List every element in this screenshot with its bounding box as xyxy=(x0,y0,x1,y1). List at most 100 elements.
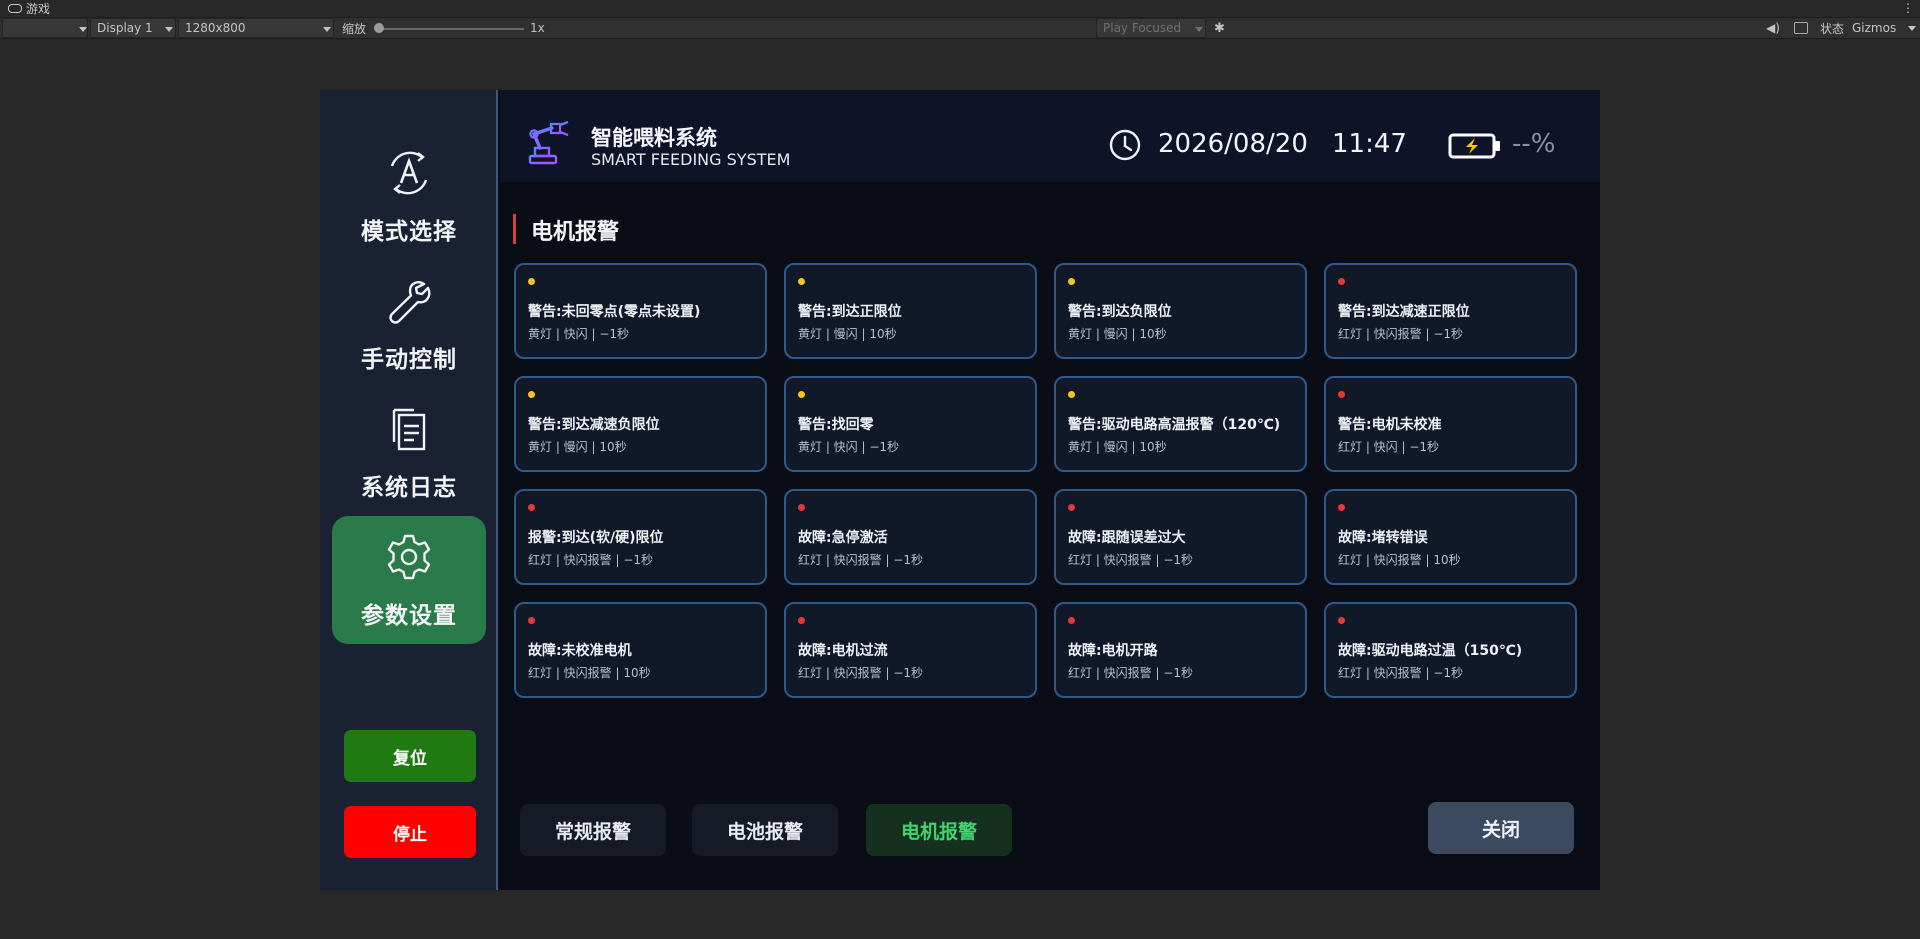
app-title: 智能喂料系统 xyxy=(591,126,717,150)
sidebar-item-label: 系统日志 xyxy=(361,475,457,501)
alarm-title: 警告:驱动电路高温报警（120℃) xyxy=(1068,417,1281,433)
alarm-card[interactable]: 警告:到达负限位 黄灯 | 慢闪 | 10秒 xyxy=(1054,263,1307,359)
alarm-meta: 红灯 | 快闪报警 | −1秒 xyxy=(798,553,924,567)
alarm-title: 警告:到达正限位 xyxy=(798,304,902,320)
alarm-card[interactable]: 警告:未回零点(零点未设置) 黄灯 | 快闪 | −1秒 xyxy=(514,263,767,359)
robot-arm-logo-icon xyxy=(528,120,569,165)
alarm-meta: 红灯 | 快闪 | −1秒 xyxy=(1338,440,1440,454)
alarm-title: 警告:找回零 xyxy=(798,417,874,433)
status-dot xyxy=(1068,391,1075,398)
alarm-card[interactable]: 警告:电机未校准 红灯 | 快闪 | −1秒 xyxy=(1324,376,1577,472)
alarm-title: 故障:跟随误差过大 xyxy=(1068,530,1186,546)
scale-value: 1x xyxy=(530,21,545,35)
gamepad-icon xyxy=(8,4,22,13)
status-dot xyxy=(1338,391,1345,398)
alarm-meta: 黄灯 | 慢闪 | 10秒 xyxy=(528,440,627,454)
stop-button[interactable]: 停止 xyxy=(344,806,476,858)
game-view-dropdown[interactable] xyxy=(2,18,88,38)
tab-general-alarms[interactable]: 常规报警 xyxy=(520,804,666,856)
status-dot xyxy=(528,617,535,624)
alarm-card[interactable]: 警告:到达正限位 黄灯 | 慢闪 | 10秒 xyxy=(784,263,1037,359)
sidebar-item-label: 手动控制 xyxy=(361,347,457,373)
alarm-meta: 黄灯 | 慢闪 | 10秒 xyxy=(798,327,897,341)
alarm-card[interactable]: 警告:到达减速正限位 红灯 | 快闪报警 | −1秒 xyxy=(1324,263,1577,359)
sidebar: 模式选择 手动控制 系统日志 参数设置 复位 停止 xyxy=(320,90,498,890)
scale-slider-track[interactable] xyxy=(378,28,524,30)
alarm-title: 故障:驱动电路过温（150℃) xyxy=(1338,643,1523,659)
status-dot xyxy=(798,391,805,398)
editor-tab-bar: 游戏 ⋮ xyxy=(0,0,1920,18)
status-dot xyxy=(1068,617,1075,624)
app-subtitle: SMART FEEDING SYSTEM xyxy=(591,150,791,169)
alarm-title: 警告:到达负限位 xyxy=(1068,304,1172,320)
chevron-down-icon[interactable] xyxy=(1908,26,1916,31)
status-dot xyxy=(1338,504,1345,511)
stats-button[interactable]: 状态 xyxy=(1820,18,1844,38)
sidebar-item-mode-select[interactable]: 模式选择 xyxy=(332,132,486,260)
alarm-title: 故障:急停激活 xyxy=(798,530,888,546)
alarm-meta: 黄灯 | 慢闪 | 10秒 xyxy=(1068,440,1167,454)
status-dot xyxy=(1068,278,1075,285)
status-dot xyxy=(1338,617,1345,624)
alarm-card[interactable]: 报警:到达(软/硬)限位 红灯 | 快闪报警 | −1秒 xyxy=(514,489,767,585)
game-viewport: 模式选择 手动控制 系统日志 参数设置 复位 停止 智能喂料系统 SMART F… xyxy=(320,90,1600,890)
alarm-title: 报警:到达(软/硬)限位 xyxy=(528,530,664,546)
reset-button[interactable]: 复位 xyxy=(344,730,476,782)
scale-slider-handle[interactable] xyxy=(374,23,384,33)
section-accent-bar xyxy=(513,214,516,244)
alarm-meta: 红灯 | 快闪报警 | −1秒 xyxy=(528,553,654,567)
alarm-meta: 红灯 | 快闪报警 | −1秒 xyxy=(1338,327,1464,341)
gizmos-button[interactable]: Gizmos xyxy=(1852,18,1896,38)
bug-icon[interactable]: ✱ xyxy=(1214,18,1225,38)
alarm-card[interactable]: 故障:跟随误差过大 红灯 | 快闪报警 | −1秒 xyxy=(1054,489,1307,585)
display-select[interactable]: Display 1 xyxy=(90,18,176,38)
section-title: 电机报警 xyxy=(531,220,620,245)
alarm-title: 警告:未回零点(零点未设置) xyxy=(528,304,701,320)
alarm-card[interactable]: 故障:电机开路 红灯 | 快闪报警 | −1秒 xyxy=(1054,602,1307,698)
editor-tab-title[interactable]: 游戏 xyxy=(26,0,50,17)
alarm-title: 故障:堵转错误 xyxy=(1338,530,1428,546)
play-mode-select[interactable]: Play Focused xyxy=(1096,18,1206,38)
alarm-meta: 红灯 | 快闪报警 | −1秒 xyxy=(1068,666,1194,680)
sidebar-item-manual-control[interactable]: 手动控制 xyxy=(332,260,486,388)
keyboard-shape xyxy=(1794,22,1808,34)
close-button[interactable]: 关闭 xyxy=(1428,802,1574,854)
tab-motor-alarms[interactable]: 电机报警 xyxy=(866,804,1012,856)
chevron-down-icon xyxy=(79,27,87,32)
alarm-card-grid: 警告:未回零点(零点未设置) 黄灯 | 快闪 | −1秒 警告:到达正限位 黄灯 | … xyxy=(514,263,1580,699)
more-options-icon[interactable]: ⋮ xyxy=(1902,1,1914,15)
alarm-card[interactable]: 警告:驱动电路高温报警（120℃) 黄灯 | 慢闪 | 10秒 xyxy=(1054,376,1307,472)
auto-mode-icon xyxy=(390,151,428,195)
status-dot xyxy=(798,504,805,511)
tab-battery-alarms[interactable]: 电池报警 xyxy=(692,804,838,856)
keyboard-icon[interactable] xyxy=(1794,18,1808,38)
chevron-down-icon xyxy=(165,27,173,32)
document-icon xyxy=(392,408,426,451)
app-header: 智能喂料系统 SMART FEEDING SYSTEM 2026/08/20 1… xyxy=(500,90,1600,182)
alarm-meta: 红灯 | 快闪报警 | −1秒 xyxy=(1068,553,1194,567)
alarm-card[interactable]: 故障:电机过流 红灯 | 快闪报警 | −1秒 xyxy=(784,602,1037,698)
alarm-meta: 红灯 | 快闪报警 | −1秒 xyxy=(798,666,924,680)
play-mode-label: Play Focused xyxy=(1103,21,1182,35)
status-dot xyxy=(1068,504,1075,511)
sidebar-item-system-log[interactable]: 系统日志 xyxy=(332,388,486,516)
alarm-card[interactable]: 警告:到达减速负限位 黄灯 | 慢闪 | 10秒 xyxy=(514,376,767,472)
status-dot xyxy=(798,617,805,624)
alarm-card[interactable]: 故障:驱动电路过温（150℃) 红灯 | 快闪报警 | −1秒 xyxy=(1324,602,1577,698)
alarm-card[interactable]: 警告:找回零 黄灯 | 快闪 | −1秒 xyxy=(784,376,1037,472)
status-dot xyxy=(528,278,535,285)
sidebar-item-parameter-settings[interactable]: 参数设置 xyxy=(332,516,486,644)
clock-icon xyxy=(1109,129,1141,161)
sidebar-item-label: 模式选择 xyxy=(361,219,457,245)
resolution-select[interactable]: 1280x800 xyxy=(178,18,334,38)
gizmos-label: Gizmos xyxy=(1852,21,1897,35)
alarm-card[interactable]: 故障:未校准电机 红灯 | 快闪报警 | 10秒 xyxy=(514,602,767,698)
status-dot xyxy=(528,391,535,398)
alarm-card[interactable]: 故障:堵转错误 红灯 | 快闪报警 | 10秒 xyxy=(1324,489,1577,585)
alarm-title: 警告:到达减速负限位 xyxy=(528,417,660,433)
game-view-toolbar: Display 1 1280x800 缩放 1x Play Focused ✱ … xyxy=(0,18,1920,39)
status-dot xyxy=(798,278,805,285)
alarm-meta: 红灯 | 快闪报警 | −1秒 xyxy=(1338,666,1464,680)
alarm-card[interactable]: 故障:急停激活红灯 | 快闪报警 | −1秒 xyxy=(784,489,1037,585)
mute-audio-icon[interactable]: ◀) xyxy=(1766,18,1780,38)
